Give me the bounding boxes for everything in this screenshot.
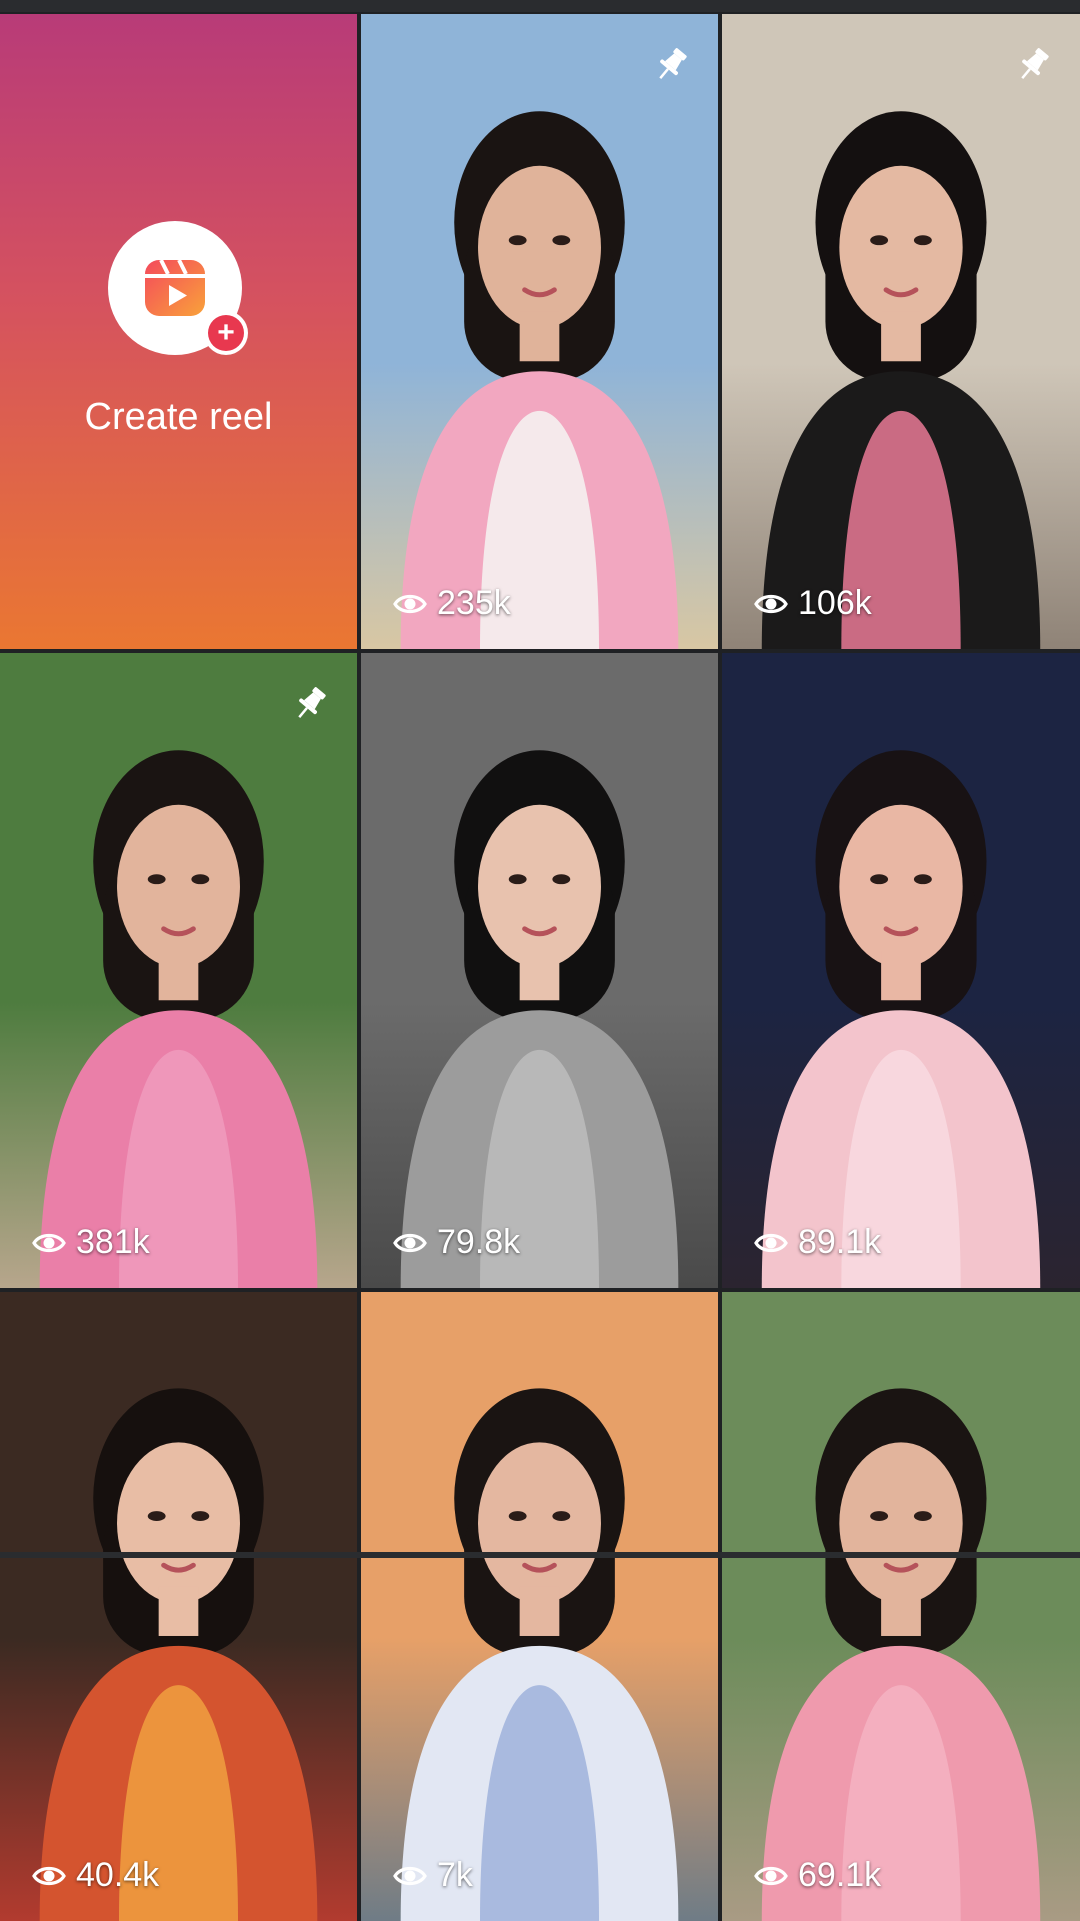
- create-reel-label: Create reel: [84, 396, 273, 438]
- reel-thumbnail: [361, 1292, 718, 1921]
- view-count: 40.4k: [32, 1856, 159, 1895]
- reels-icon: [145, 259, 205, 316]
- view-count-label: 235k: [437, 584, 511, 622]
- status-bar-strip: [0, 0, 1080, 12]
- view-count-label: 40.4k: [76, 1856, 160, 1894]
- eye-icon: [393, 1233, 427, 1252]
- eye-icon: [393, 594, 427, 613]
- view-count: 106k: [754, 584, 872, 623]
- reels-grid: + Create reel 235k 106k 381k 79.8k 89.1k…: [0, 14, 1080, 1921]
- reel-tile[interactable]: 7k: [361, 1292, 718, 1921]
- view-count: 235k: [393, 584, 511, 623]
- create-reel-button[interactable]: +: [108, 221, 248, 355]
- view-count: 381k: [32, 1223, 150, 1262]
- view-count: 7k: [393, 1856, 473, 1895]
- view-count: 79.8k: [393, 1223, 520, 1262]
- view-count: 89.1k: [754, 1223, 881, 1262]
- eye-icon: [393, 1866, 427, 1885]
- pin-icon: [659, 48, 687, 79]
- plus-icon: +: [208, 315, 244, 351]
- view-count-label: 69.1k: [798, 1856, 882, 1894]
- reel-tile[interactable]: 89.1k: [722, 653, 1080, 1288]
- reel-thumbnail: [0, 1292, 357, 1921]
- add-badge: +: [204, 311, 248, 355]
- pin-icon: [298, 687, 326, 718]
- view-count-label: 106k: [798, 584, 872, 622]
- eye-icon: [754, 594, 788, 613]
- reel-thumbnail: [722, 653, 1080, 1288]
- view-count-label: 89.1k: [798, 1223, 882, 1261]
- view-count: 69.1k: [754, 1856, 881, 1895]
- reel-tile[interactable]: 69.1k: [722, 1292, 1080, 1921]
- reel-tile[interactable]: 381k: [0, 653, 357, 1288]
- reel-tile[interactable]: 106k: [722, 14, 1080, 649]
- reel-thumbnail: [361, 653, 718, 1288]
- reel-tile[interactable]: 235k: [361, 14, 718, 649]
- view-count-label: 79.8k: [437, 1223, 521, 1261]
- reel-thumbnail: [722, 14, 1080, 649]
- reel-thumbnail: [361, 14, 718, 649]
- eye-icon: [754, 1233, 788, 1252]
- pin-icon: [1021, 48, 1049, 79]
- thumbnail-seam: [0, 1552, 1080, 1558]
- reel-tile[interactable]: 79.8k: [361, 653, 718, 1288]
- eye-icon: [32, 1233, 66, 1252]
- reel-thumbnail: [722, 1292, 1080, 1921]
- view-count-label: 381k: [76, 1223, 150, 1261]
- reel-thumbnail: [0, 653, 357, 1288]
- reel-tile[interactable]: 40.4k: [0, 1292, 357, 1921]
- eye-icon: [754, 1866, 788, 1885]
- view-count-label: 7k: [437, 1856, 473, 1894]
- eye-icon: [32, 1866, 66, 1885]
- create-reel-tile[interactable]: + Create reel: [0, 14, 357, 649]
